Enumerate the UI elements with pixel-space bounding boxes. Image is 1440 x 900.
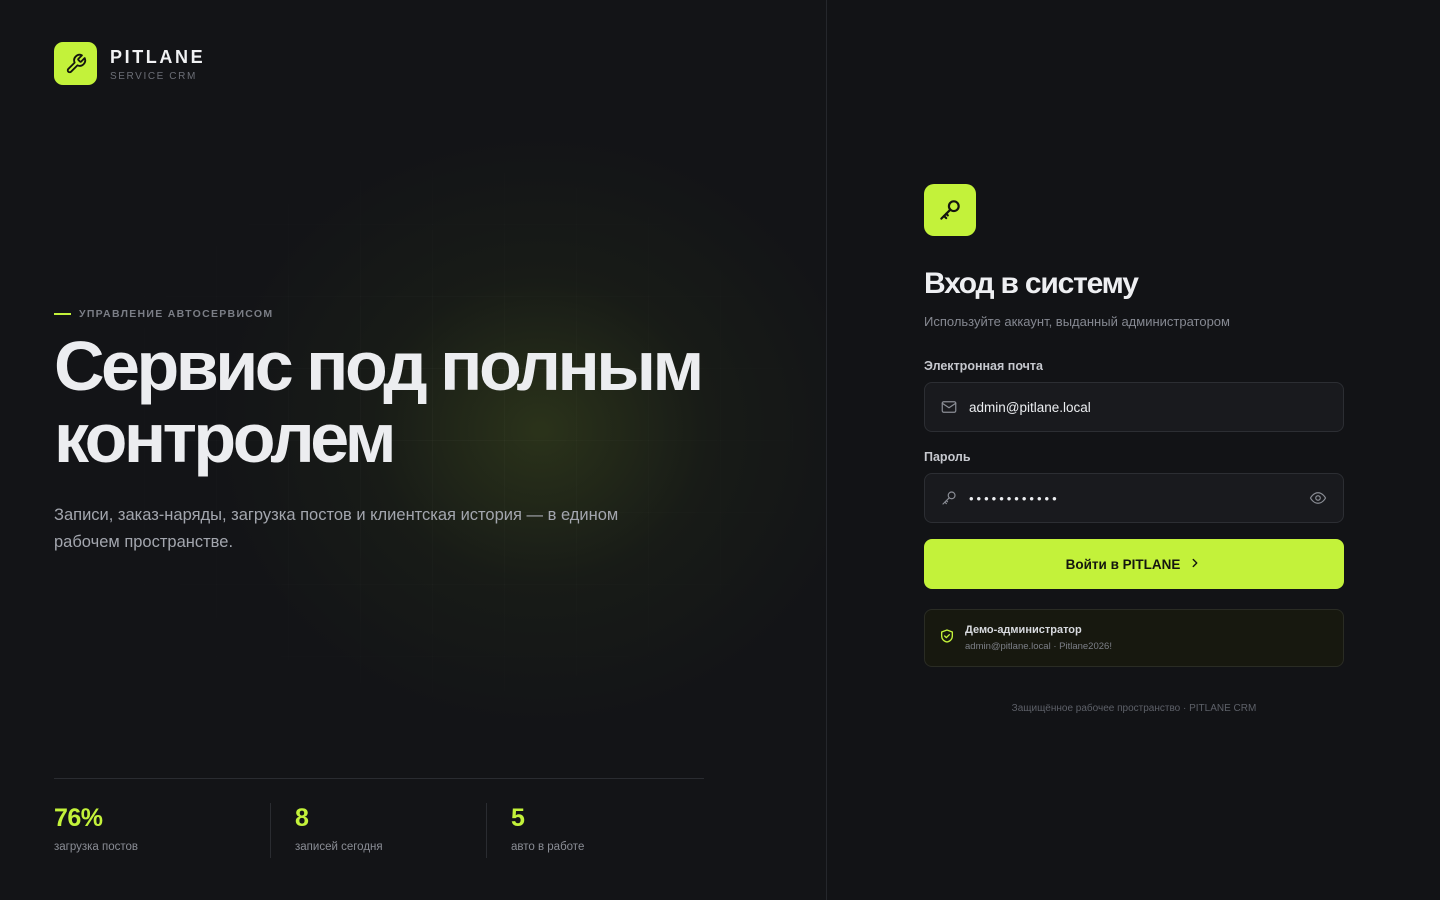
- email-input[interactable]: [969, 399, 1329, 415]
- email-field[interactable]: [924, 382, 1344, 432]
- demo-title: Демо-администратор: [965, 624, 1082, 636]
- stat-post-load: 76% загрузка постов: [54, 803, 270, 858]
- shield-check-icon: [939, 628, 955, 649]
- stat-value: 8: [295, 804, 309, 832]
- brand-subtitle: SERVICE CRM: [110, 70, 197, 82]
- login-button[interactable]: Войти в PITLANE: [924, 539, 1344, 589]
- stat-appointments-today: 8 записей сегодня: [270, 803, 486, 858]
- hero-description: Записи, заказ-наряды, загрузка постов и …: [54, 506, 619, 551]
- login-subtitle: Используйте аккаунт, выданный администра…: [924, 314, 1230, 329]
- login-panel: Вход в систему Используйте аккаунт, выда…: [828, 0, 1440, 900]
- demo-credentials: admin@pitlane.local · Pitlane2026!: [965, 641, 1112, 652]
- hero-title-line1: Сервис под полным: [54, 327, 704, 405]
- stat-label: авто в работе: [511, 841, 585, 853]
- key-icon: [939, 488, 959, 508]
- stat-label: загрузка постов: [54, 841, 139, 853]
- demo-credentials-card[interactable]: Демо-администратор admin@pitlane.local ·…: [924, 609, 1344, 667]
- password-input[interactable]: [969, 490, 1307, 506]
- eyebrow-text: УПРАВЛЕНИЕ АВТОСЕРВИСОМ: [79, 308, 274, 320]
- hero-title-line2: контролем: [54, 399, 397, 477]
- login-form: Вход в систему Используйте аккаунт, выда…: [924, 184, 1344, 714]
- hero-eyebrow: УПРАВЛЕНИЕ АВТОСЕРВИСОМ: [54, 308, 273, 320]
- password-label: Пароль: [924, 450, 971, 464]
- login-button-label: Войти в PITLANE: [1065, 556, 1181, 572]
- wrench-icon: [54, 42, 97, 85]
- password-field[interactable]: [924, 473, 1344, 523]
- hero-panel: PITLANE SERVICE CRM УПРАВЛЕНИЕ АВТОСЕРВИ…: [0, 0, 827, 900]
- eyebrow-accent-line: [54, 313, 71, 315]
- chevron-right-icon: [1188, 556, 1202, 573]
- brand[interactable]: PITLANE SERVICE CRM: [54, 42, 205, 85]
- mail-icon: [939, 397, 959, 417]
- stat-value: 5: [511, 804, 525, 832]
- email-label: Электронная почта: [924, 359, 1043, 373]
- login-title: Вход в систему: [924, 267, 1139, 300]
- stat-cars-in-work: 5 авто в работе: [486, 803, 702, 858]
- key-icon: [924, 184, 976, 236]
- hero-title: Сервис под полным контролем: [54, 330, 774, 474]
- eye-icon[interactable]: [1307, 487, 1329, 509]
- stat-value: 76%: [54, 804, 103, 832]
- stats-divider: [54, 778, 704, 779]
- brand-name: PITLANE: [110, 46, 206, 67]
- stat-label: записей сегодня: [295, 841, 383, 853]
- stats-row: 76% загрузка постов 8 записей сегодня 5 …: [54, 803, 702, 858]
- footer-note: Защищённое рабочее пространство · PITLAN…: [1011, 703, 1257, 714]
